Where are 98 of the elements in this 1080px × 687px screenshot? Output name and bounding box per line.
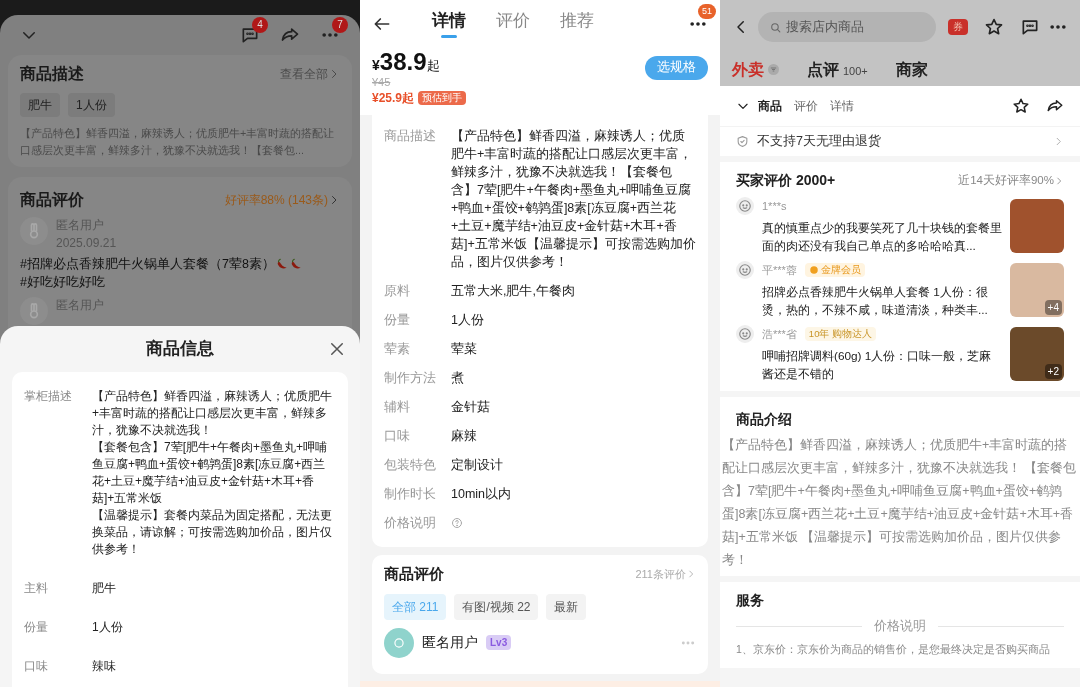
shield-icon bbox=[736, 135, 749, 148]
avatar-icon bbox=[736, 261, 754, 279]
section-title: 商品评价 bbox=[20, 190, 84, 210]
property-label: 包装特色 bbox=[384, 457, 437, 474]
property-label: 制作方法 bbox=[384, 370, 437, 387]
field-value: 肥牛 bbox=[92, 580, 117, 597]
badge-label: 金牌会员 bbox=[820, 263, 861, 277]
tab[interactable]: 评价 bbox=[496, 10, 530, 38]
property-value: 金针菇 bbox=[451, 399, 491, 416]
photo-placeholder bbox=[1010, 199, 1064, 253]
section-title: 商品评价 bbox=[384, 564, 444, 584]
field-label: 掌柜描述 bbox=[24, 388, 73, 405]
property-value: 1人份 bbox=[451, 312, 485, 329]
tab[interactable]: 商品 bbox=[758, 97, 782, 115]
property-label: 价格说明 bbox=[384, 515, 437, 532]
field-value: 【产品特色】鲜香四溢，麻辣诱人；优质肥牛+丰富时蔬的搭配让口感层次更丰富，鲜辣多汁，犹豫不决就选我！ bbox=[92, 388, 333, 439]
review-text: 招牌必点香辣肥牛火锅单人套餐 1人份：很烫，热的，不辣不咸，味道清淡，种类丰... bbox=[762, 284, 989, 319]
property-label: 制作时长 bbox=[384, 486, 437, 503]
property-label: 商品描述 bbox=[384, 128, 437, 145]
coupon-badge[interactable]: 券 bbox=[948, 19, 968, 35]
notification-badge: 51 bbox=[698, 4, 716, 19]
avatar-icon bbox=[384, 627, 414, 658]
user-name: 浩***省 bbox=[762, 326, 797, 342]
member-badge: 10年 购物达人 bbox=[804, 327, 877, 341]
tab[interactable]: 点评 100+ bbox=[807, 58, 868, 82]
review-text: 呷哺招牌调料(60g) 1人份：口味一般，芝麻酱还是不错的 bbox=[762, 348, 993, 383]
field-label: 主料 bbox=[24, 580, 49, 597]
user-name: 平***蓉 bbox=[762, 262, 797, 278]
level-badge: Lv3 bbox=[486, 635, 512, 650]
field-value: 辣味 bbox=[92, 658, 117, 675]
property-value: 荤菜 bbox=[451, 341, 478, 358]
section-title: 服务 bbox=[736, 591, 765, 610]
spec-button[interactable]: 选规格 bbox=[645, 55, 708, 80]
property-label: 份量 bbox=[384, 312, 411, 329]
property-label: 原料 bbox=[384, 283, 411, 300]
filter-chip[interactable]: 全部 211 bbox=[384, 593, 447, 620]
section-title: 买家评价 2000+ bbox=[736, 171, 836, 190]
review-text: #好吃好吃好吃 bbox=[20, 274, 105, 291]
section-title: 商品介绍 bbox=[735, 410, 793, 429]
tab[interactable]: 评价 bbox=[794, 97, 818, 115]
price-suffix: 起 bbox=[426, 58, 440, 75]
tab[interactable]: 外卖 bbox=[732, 58, 779, 82]
estimate-tag: 预估到手 bbox=[418, 91, 467, 105]
medal-icon bbox=[808, 265, 819, 275]
avatar-icon bbox=[736, 197, 754, 215]
tab[interactable]: 推荐 bbox=[560, 10, 594, 38]
field-label: 份量 bbox=[24, 619, 49, 636]
property-value: 麻辣 bbox=[451, 428, 478, 445]
field-value: 【温馨提示】套餐内菜品为固定搭配，无法更换菜品，请谅解；可按需选购加价品，图片仅供参考！ bbox=[92, 507, 333, 558]
price: 38.9 bbox=[379, 48, 427, 76]
intro-text: 【产品特色】鲜香四溢，麻辣诱人；优质肥牛+丰富时蔬的搭配让口感层次更丰富，鲜辣多汁，犹豫不决就选我！ 【套餐包含】7荤[肥牛+午餐肉+墨鱼丸+呷哺鱼豆腐+鸭血+蛋饺+鹌鹑蛋]8素[冻豆腐+西兰花+土豆+魔芋结+油豆皮+金针菇+木耳+香菇]+五常米饭 【温馨提示】可按需选购加价品，图片仅供参考！ bbox=[721, 437, 1078, 569]
property-value: 【产品特色】鲜香四溢，麻辣诱人；优质肥牛+丰富时蔬的搭配让口感层次更丰富，鲜辣多汁，犹豫不决就选我！【套餐包含】7荤[肥牛+午餐肉+墨鱼丸+呷哺鱼豆腐+鸭血+蛋饺+鹌鹑蛋]8素[冻豆腐+西兰花+土豆+魔芋结+油豆皮+金针菇+木耳+香菇]+五常米饭【温馨提示】可按需选购加价品，图片仅供参考！ bbox=[451, 128, 696, 271]
photo-count: +2 bbox=[1044, 364, 1062, 379]
user-name: 匿名用户 bbox=[422, 633, 478, 652]
sort-icon bbox=[768, 64, 779, 75]
search-field[interactable]: 搜索店内商品 bbox=[758, 12, 936, 42]
property-label: 口味 bbox=[384, 428, 411, 445]
tab[interactable]: 详情 bbox=[432, 10, 466, 38]
rating-link[interactable]: 近14天好评率90% bbox=[958, 171, 1054, 190]
estimated-price: ¥25.9起 bbox=[372, 90, 415, 107]
avatar-icon bbox=[736, 325, 754, 343]
filter-chip[interactable]: 有图/视频 22 bbox=[454, 593, 539, 620]
original-price: ¥45 bbox=[372, 76, 392, 89]
property-value: 五常大米,肥牛,午餐肉 bbox=[451, 283, 576, 300]
close-icon[interactable] bbox=[328, 340, 346, 358]
tag: 1人份 bbox=[68, 93, 115, 117]
currency-symbol: ¥ bbox=[372, 57, 380, 75]
field-value: 【套餐包含】7荤[肥牛+午餐肉+墨鱼丸+呷哺鱼豆腐+鸭血+蛋饺+鹌鹑蛋]8素[冻豆腐+西兰花+土豆+魔芋结+油豆皮+金针菇+木耳+香菇]+五常米饭 bbox=[92, 439, 329, 507]
property-label: 荤素 bbox=[384, 341, 411, 358]
avatar-icon bbox=[20, 217, 48, 245]
review-text: 真的慎重点少的我要笑死了几十块钱的套餐里面的肉还没有我自己单点的多哈哈哈真... bbox=[762, 220, 1002, 255]
property-value: 定制设计 bbox=[451, 457, 504, 474]
return-policy-text: 不支持7天无理由退货 bbox=[757, 133, 881, 151]
search-icon bbox=[769, 21, 782, 34]
property-value: 10min以内 bbox=[451, 486, 513, 503]
field-label: 口味 bbox=[24, 658, 49, 675]
avatar-icon bbox=[20, 297, 48, 325]
field-value: 1人份 bbox=[92, 619, 124, 636]
sheet-title: 商品信息 bbox=[146, 338, 214, 361]
tag: 肥牛 bbox=[20, 93, 60, 117]
section-title: 商品描述 bbox=[20, 64, 84, 84]
tab[interactable]: 详情 bbox=[830, 97, 854, 115]
divider-label: 价格说明 bbox=[874, 618, 926, 635]
tab[interactable]: 商家 bbox=[895, 58, 928, 82]
review-text: #招牌必点香辣肥牛火锅单人套餐（7荤8素） bbox=[20, 256, 275, 273]
star-icon[interactable] bbox=[984, 17, 1004, 37]
chevron-right-icon bbox=[686, 569, 696, 580]
property-value: 煮 bbox=[451, 370, 465, 387]
photo-count: +4 bbox=[1044, 300, 1062, 315]
user-name: 1***s bbox=[762, 198, 787, 214]
review-count-link[interactable]: 211条评价 bbox=[635, 566, 686, 583]
service-text: 1、京东价：京东价为商品的销售价，是您最终决定是否购买商品 bbox=[736, 641, 1051, 656]
star-icon[interactable] bbox=[1012, 97, 1030, 115]
view-all-link[interactable]: 查看全部 bbox=[280, 65, 328, 83]
filter-chip[interactable]: 最新 bbox=[546, 593, 587, 620]
property-label: 辅料 bbox=[384, 399, 411, 416]
chevron-right-icon bbox=[1054, 175, 1064, 186]
chat-icon[interactable] bbox=[1020, 17, 1040, 37]
